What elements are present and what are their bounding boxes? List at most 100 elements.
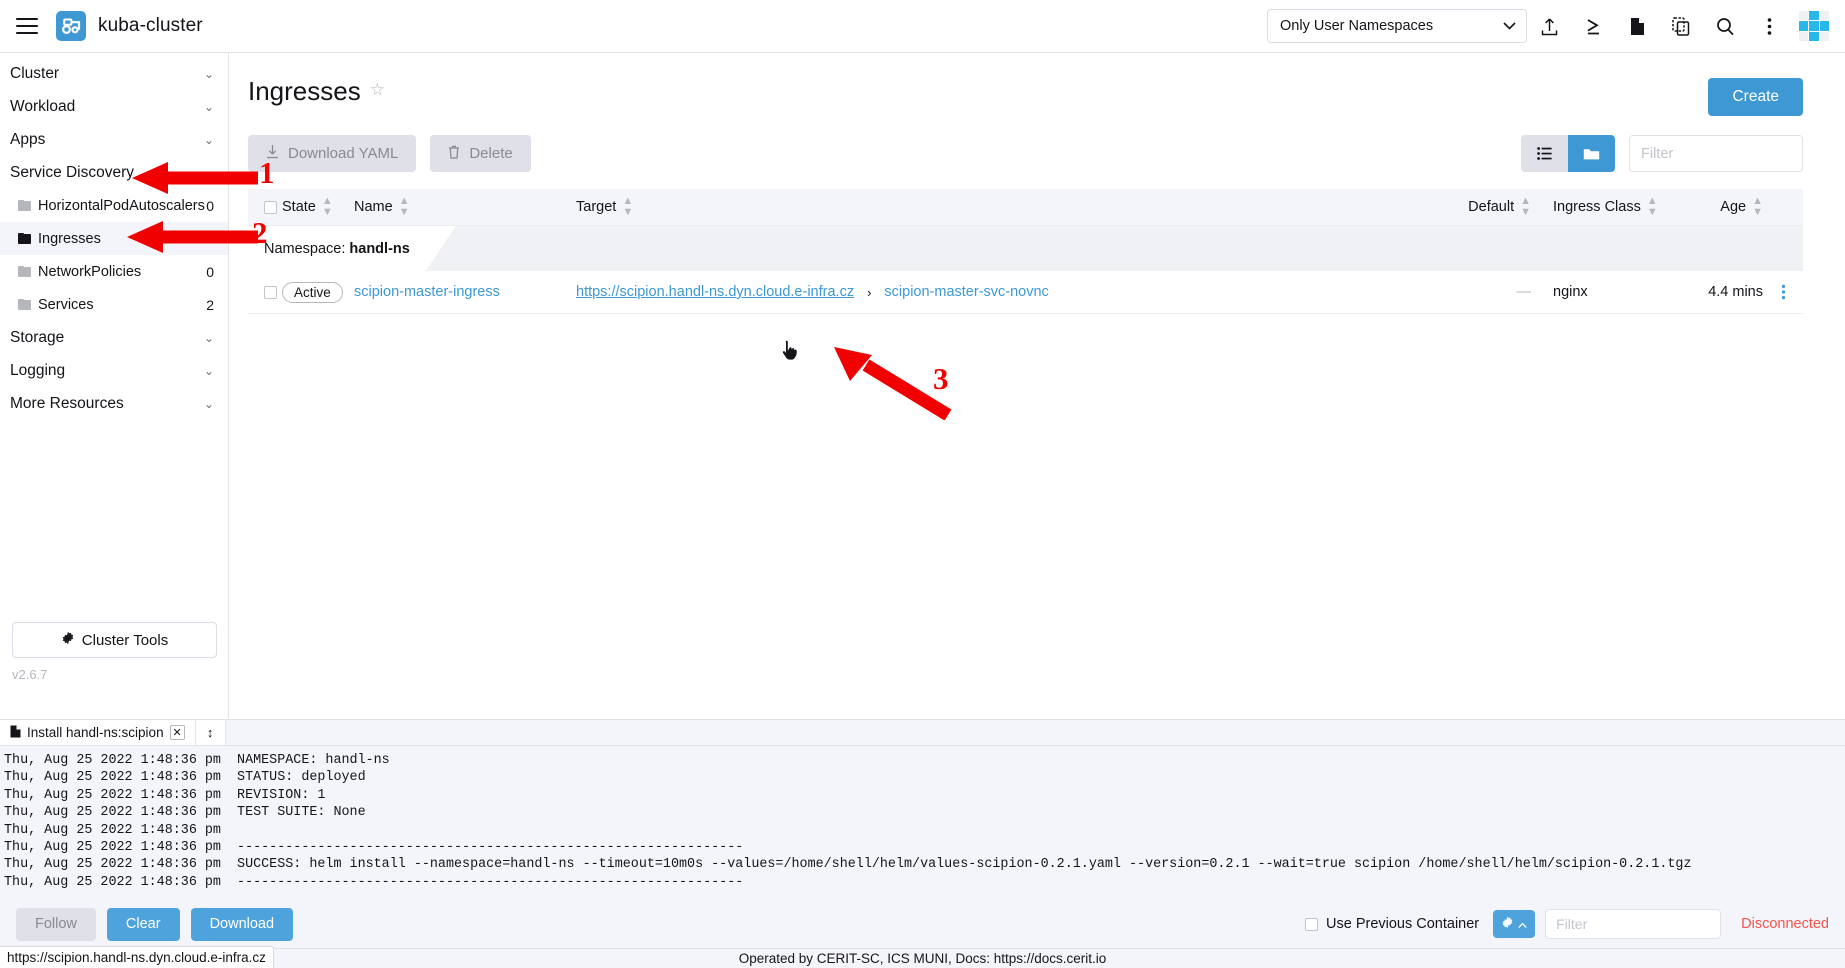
list-view-icon[interactable] <box>1521 135 1568 172</box>
select-all-checkbox[interactable] <box>264 201 277 214</box>
filter-input[interactable] <box>1629 135 1803 172</box>
use-previous-container-toggle[interactable]: Use Previous Container <box>1305 916 1479 932</box>
chevron-down-icon: ⌄ <box>204 397 214 411</box>
sidebar-group-workload[interactable]: Workload ⌄ <box>0 90 228 123</box>
annotation-number-3: 3 <box>933 363 949 394</box>
namespace-group-row: Namespace: handl-ns <box>248 226 1803 271</box>
hamburger-menu-icon[interactable] <box>16 18 38 34</box>
left-sidebar: Cluster ⌄ Workload ⌄ Apps ⌄ Service Disc… <box>0 53 229 718</box>
log-tab-label: Install handl-ns:scipion <box>27 725 164 740</box>
gear-icon <box>1501 916 1514 932</box>
folder-icon <box>18 200 31 211</box>
sidebar-item-horizontalpodautoscalers[interactable]: HorizontalPodAutoscalers 0 <box>0 189 228 222</box>
sort-icon: ▲▼ <box>1520 196 1531 218</box>
download-log-button[interactable]: Download <box>191 908 294 941</box>
mouse-cursor-pointer <box>781 340 799 360</box>
log-settings-button[interactable] <box>1493 910 1535 938</box>
folder-icon <box>18 233 31 244</box>
use-previous-container-checkbox[interactable] <box>1305 918 1318 931</box>
gear-icon <box>61 631 75 649</box>
cluster-tools-label: Cluster Tools <box>82 632 168 649</box>
delete-label: Delete <box>469 145 512 162</box>
close-icon[interactable]: ✕ <box>170 725 185 740</box>
sort-icon: ▲▼ <box>1752 196 1763 218</box>
log-line: Thu, Aug 25 2022 1:48:36 pm REVISION: 1 <box>4 787 1845 804</box>
log-file-icon <box>10 725 21 741</box>
sidebar-group-storage[interactable]: Storage ⌄ <box>0 321 228 354</box>
column-header-ingress-class[interactable]: Ingress Class ▲▼ <box>1531 196 1671 218</box>
log-line: Thu, Aug 25 2022 1:48:36 pm ------------… <box>4 874 1845 891</box>
namespace-filter-select[interactable]: Only User Namespaces <box>1267 9 1527 43</box>
column-header-age[interactable]: Age ▲▼ <box>1671 196 1763 218</box>
annotation-number-2: 2 <box>252 217 268 248</box>
follow-button[interactable]: Follow <box>16 908 96 941</box>
row-checkbox[interactable] <box>264 286 277 299</box>
use-previous-container-label: Use Previous Container <box>1326 916 1479 932</box>
ingress-target-url-link[interactable]: https://scipion.handl-ns.dyn.cloud.e-inf… <box>576 284 854 300</box>
log-line: Thu, Aug 25 2022 1:48:36 pm TEST SUITE: … <box>4 804 1845 821</box>
star-outline-icon[interactable]: ☆ <box>370 80 385 100</box>
namespace-group-label: Namespace: <box>264 241 345 257</box>
table-header-row: State ▲▼ Name ▲▼ Target ▲▼ Default ▲▼ In… <box>248 189 1803 226</box>
top-header: kuba-cluster Only User Namespaces <box>0 0 1845 53</box>
version-label: v2.6.7 <box>12 667 47 682</box>
default-value: — <box>1517 284 1532 300</box>
sort-icon: ▲▼ <box>399 196 410 218</box>
kubectl-shell-icon[interactable] <box>1571 6 1615 46</box>
sidebar-group-service-discovery[interactable]: Service Discovery <box>0 156 228 189</box>
sidebar-item-label: HorizontalPodAutoscalers <box>38 198 206 214</box>
log-tab-install[interactable]: Install handl-ns:scipion ✕ <box>0 720 196 746</box>
table-row[interactable]: Active scipion-master-ingress https://sc… <box>248 271 1803 314</box>
folder-icon <box>18 299 31 310</box>
ingress-target-service-link[interactable]: scipion-master-svc-novnc <box>884 284 1048 300</box>
sidebar-item-services[interactable]: Services 2 <box>0 288 228 321</box>
log-filter-input[interactable] <box>1545 909 1721 939</box>
ingresses-table: State ▲▼ Name ▲▼ Target ▲▼ Default ▲▼ In… <box>248 189 1803 314</box>
sidebar-item-count: 2 <box>206 297 214 313</box>
column-header-state[interactable]: State ▲▼ <box>282 196 354 218</box>
namespace-group-tab: Namespace: handl-ns <box>248 226 456 271</box>
sort-icon: ▲▼ <box>1647 196 1658 218</box>
sidebar-group-logging[interactable]: Logging ⌄ <box>0 354 228 387</box>
sidebar-item-count: 0 <box>206 264 214 280</box>
select-all-checkbox-cell <box>248 201 282 214</box>
rancher-cattle-logo-icon[interactable] <box>56 11 86 41</box>
copy-kubeconfig-icon[interactable] <box>1659 6 1703 46</box>
import-yaml-icon[interactable] <box>1527 6 1571 46</box>
sidebar-group-cluster[interactable]: Cluster ⌄ <box>0 57 228 90</box>
page-title: Ingresses <box>248 78 361 104</box>
row-default-cell: — <box>1439 284 1531 300</box>
status-badge: Active <box>282 282 343 303</box>
log-line: Thu, Aug 25 2022 1:48:36 pm ------------… <box>4 839 1845 856</box>
sidebar-group-label: Logging <box>10 362 204 380</box>
folder-icon <box>18 266 31 277</box>
sidebar-group-label: Workload <box>10 98 204 116</box>
sidebar-group-apps[interactable]: Apps ⌄ <box>0 123 228 156</box>
log-line: Thu, Aug 25 2022 1:48:36 pm STATUS: depl… <box>4 769 1845 786</box>
sidebar-group-label: More Resources <box>10 395 204 413</box>
column-header-target[interactable]: Target ▲▼ <box>576 196 1439 218</box>
sidebar-item-ingresses[interactable]: Ingresses <box>0 222 228 255</box>
group-by-namespace-icon[interactable] <box>1568 135 1615 172</box>
sidebar-group-label: Storage <box>10 329 204 347</box>
create-button[interactable]: Create <box>1708 78 1803 116</box>
cluster-tools-button[interactable]: Cluster Tools <box>12 622 217 658</box>
row-select-cell <box>248 286 282 299</box>
expand-collapse-icon[interactable]: ↕ <box>196 720 226 746</box>
user-avatar[interactable] <box>1799 11 1829 41</box>
sidebar-item-networkpolicies[interactable]: NetworkPolicies 0 <box>0 255 228 288</box>
kubeconfig-file-icon[interactable] <box>1615 6 1659 46</box>
delete-button[interactable]: Delete <box>430 135 530 172</box>
ingress-name-link[interactable]: scipion-master-ingress <box>354 284 500 300</box>
column-header-default[interactable]: Default ▲▼ <box>1439 196 1531 218</box>
column-header-name[interactable]: Name ▲▼ <box>354 196 576 218</box>
column-header-label: Name <box>354 199 393 215</box>
sidebar-group-more-resources[interactable]: More Resources ⌄ <box>0 387 228 420</box>
log-tab-bar-filler <box>226 720 1845 746</box>
overflow-menu-icon[interactable] <box>1747 6 1791 46</box>
search-icon[interactable] <box>1703 6 1747 46</box>
clear-button[interactable]: Clear <box>107 908 180 941</box>
log-output: Thu, Aug 25 2022 1:48:36 pm NAMESPACE: h… <box>0 746 1845 899</box>
row-actions-icon[interactable] <box>1763 284 1803 300</box>
target-separator-icon: › <box>867 285 871 300</box>
